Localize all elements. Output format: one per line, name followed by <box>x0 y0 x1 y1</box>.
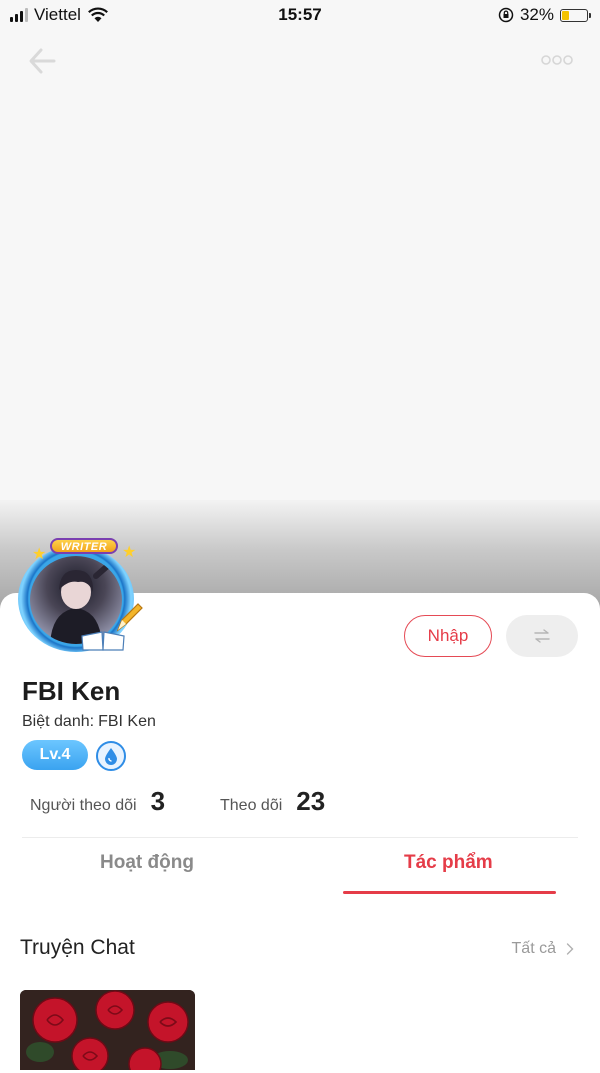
roses-image <box>20 990 195 1070</box>
avatar[interactable]: WRITER ★ ★ <box>12 536 148 656</box>
nickname-value: FBI Ken <box>98 713 156 730</box>
nickname-label: Biệt danh: <box>22 713 95 730</box>
battery-percent: 32% <box>519 5 554 24</box>
status-bar: Viettel 15:57 32% <box>0 0 600 32</box>
battery-level <box>562 10 569 20</box>
battery-icon <box>560 8 591 22</box>
level-badge[interactable]: Lv.4 <box>22 740 88 770</box>
more-button[interactable] <box>540 50 574 70</box>
profile-name: FBI Ken <box>22 676 121 706</box>
following-stat[interactable]: Theo dõi 23 <box>220 786 325 817</box>
water-drop-icon <box>105 748 117 765</box>
back-button[interactable] <box>24 44 60 78</box>
tab-activity[interactable]: Hoạt động <box>100 852 194 874</box>
swap-button[interactable] <box>506 615 578 657</box>
arrow-left-icon <box>29 48 56 74</box>
rotation-lock-icon <box>498 7 514 23</box>
tab-works[interactable]: Tác phẩm <box>404 852 493 874</box>
followers-label: Người theo dõi <box>30 797 137 814</box>
nickname-row: Biệt danh: FBI Ken <box>22 713 156 731</box>
more-dots-icon <box>541 55 573 65</box>
active-tab-indicator <box>343 891 556 894</box>
chevron-right-icon <box>566 943 574 955</box>
book-icon <box>81 631 125 651</box>
pen-icon <box>116 603 143 632</box>
following-label: Theo dõi <box>220 797 283 814</box>
see-all-link[interactable]: Tất cả <box>512 940 574 958</box>
followers-count: 3 <box>150 786 166 816</box>
writer-badge: WRITER <box>50 538 118 554</box>
swap-arrows-icon <box>534 629 550 643</box>
story-thumbnail[interactable] <box>20 990 195 1070</box>
followers-stat[interactable]: Người theo dõi 3 <box>30 786 165 817</box>
star-icon: ★ <box>122 544 137 561</box>
divider <box>22 837 578 838</box>
following-count: 23 <box>296 786 326 816</box>
star-icon: ★ <box>32 546 47 563</box>
import-button[interactable]: Nhập <box>404 615 492 657</box>
achievement-badge[interactable] <box>96 741 126 771</box>
status-right: 32% <box>498 5 591 25</box>
section-title: Truyện Chat <box>20 936 135 959</box>
see-all-label: Tất cả <box>511 940 556 957</box>
